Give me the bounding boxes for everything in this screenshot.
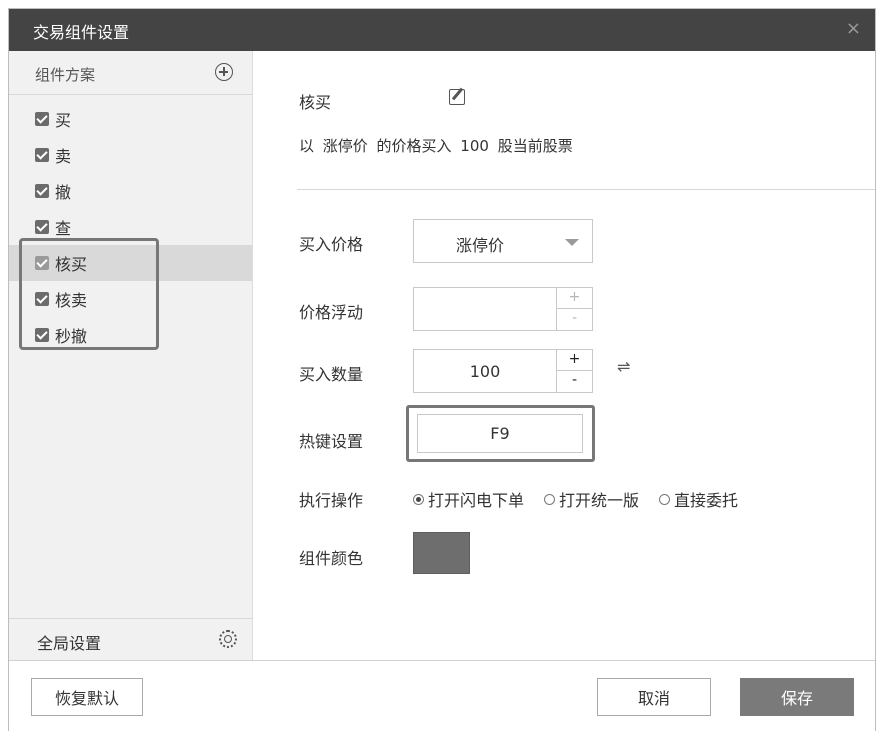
radio-selected-icon xyxy=(413,493,424,505)
dialog-footer: 恢复默认 取消 保存 xyxy=(9,660,875,732)
quantity-label: 买入数量 xyxy=(299,365,364,384)
sidebar-footer: 全局设置 xyxy=(9,618,252,660)
radio-unselected-icon xyxy=(659,493,671,505)
color-label: 组件颜色 xyxy=(299,549,364,568)
checkbox-icon[interactable] xyxy=(35,112,49,126)
checkbox-icon[interactable] xyxy=(35,292,49,306)
price-select-value: 涨停价 xyxy=(456,236,505,255)
radio-label: 打开闪电下单 xyxy=(428,491,525,510)
swap-icon[interactable]: ⇌ xyxy=(617,357,630,376)
settings-dialog: 交易组件设置 × 组件方案 买 卖 撤 查 核买 核卖 秒撤 全局设置 核买 以… xyxy=(8,8,876,732)
float-stepper: + - xyxy=(556,288,592,330)
quantity-stepper: + - xyxy=(556,350,592,392)
divider xyxy=(297,189,875,190)
radio-label: 直接委托 xyxy=(674,491,739,510)
hotkey-label: 热键设置 xyxy=(299,432,364,451)
sidebar: 组件方案 买 卖 撤 查 核买 核卖 秒撤 全局设置 xyxy=(9,51,253,660)
sidebar-item-label: 查 xyxy=(55,219,72,238)
add-component-icon[interactable] xyxy=(215,63,233,81)
checkbox-icon[interactable] xyxy=(35,328,49,342)
float-input[interactable] xyxy=(414,288,556,330)
radio-unselected-icon xyxy=(544,493,556,505)
component-description: 以 涨停价 的价格买入 100 股当前股票 xyxy=(299,137,573,155)
float-decrement-button[interactable]: - xyxy=(557,309,592,330)
sidebar-item-sell[interactable]: 卖 xyxy=(9,137,252,173)
price-label: 买入价格 xyxy=(299,235,364,254)
sidebar-item-query[interactable]: 查 xyxy=(9,209,252,245)
title-bar: 交易组件设置 × xyxy=(9,9,875,51)
sidebar-item-label: 卖 xyxy=(55,147,72,166)
hotkey-highlight: F9 xyxy=(406,405,595,462)
sidebar-item-verify-buy[interactable]: 核买 xyxy=(9,245,252,281)
global-settings-label[interactable]: 全局设置 xyxy=(37,630,101,654)
hotkey-input[interactable]: F9 xyxy=(417,414,583,453)
component-list: 买 卖 撤 查 核买 核卖 秒撤 xyxy=(9,101,252,353)
restore-default-button[interactable]: 恢复默认 xyxy=(31,678,143,716)
float-increment-button[interactable]: + xyxy=(557,288,592,309)
sidebar-item-cancel[interactable]: 撤 xyxy=(9,173,252,209)
save-button[interactable]: 保存 xyxy=(740,678,854,716)
color-swatch[interactable] xyxy=(413,532,470,574)
edit-icon[interactable] xyxy=(449,89,465,105)
sidebar-item-buy[interactable]: 买 xyxy=(9,101,252,137)
checkbox-icon[interactable] xyxy=(35,148,49,162)
sidebar-header-label: 组件方案 xyxy=(35,66,96,84)
sidebar-item-label: 撤 xyxy=(55,183,72,202)
quantity-increment-button[interactable]: + xyxy=(557,350,592,371)
dialog-title: 交易组件设置 xyxy=(33,23,130,42)
quantity-field: + - xyxy=(413,349,593,393)
sidebar-item-quick-cancel[interactable]: 秒撤 xyxy=(9,317,252,353)
sidebar-item-label: 买 xyxy=(55,111,72,130)
close-icon[interactable]: × xyxy=(846,18,861,39)
component-name: 核买 xyxy=(299,93,332,112)
checkbox-icon[interactable] xyxy=(35,220,49,234)
float-field: + - xyxy=(413,287,593,331)
radio-direct-order[interactable]: 直接委托 xyxy=(659,487,738,511)
price-select[interactable]: 涨停价 xyxy=(413,219,593,263)
radio-unified-version[interactable]: 打开统一版 xyxy=(544,487,639,511)
cancel-button[interactable]: 取消 xyxy=(597,678,711,716)
checkbox-icon[interactable] xyxy=(35,256,49,270)
sidebar-item-label: 核卖 xyxy=(55,291,88,310)
sidebar-item-label: 核买 xyxy=(55,255,88,274)
quantity-input[interactable] xyxy=(414,350,556,392)
sidebar-item-verify-sell[interactable]: 核卖 xyxy=(9,281,252,317)
chevron-down-icon xyxy=(565,239,579,246)
action-radio-group: 打开闪电下单 打开统一版 直接委托 xyxy=(413,487,758,511)
sidebar-item-label: 秒撤 xyxy=(55,327,88,346)
radio-label: 打开统一版 xyxy=(559,491,640,510)
checkbox-icon[interactable] xyxy=(35,184,49,198)
main-panel: 核买 以 涨停价 的价格买入 100 股当前股票 买入价格 涨停价 价格浮动 +… xyxy=(253,51,875,660)
float-label: 价格浮动 xyxy=(299,303,364,322)
action-label: 执行操作 xyxy=(299,491,364,510)
quantity-decrement-button[interactable]: - xyxy=(557,371,592,392)
sidebar-header: 组件方案 xyxy=(9,51,252,95)
gear-icon[interactable] xyxy=(219,630,237,648)
radio-flash-order[interactable]: 打开闪电下单 xyxy=(413,487,524,511)
